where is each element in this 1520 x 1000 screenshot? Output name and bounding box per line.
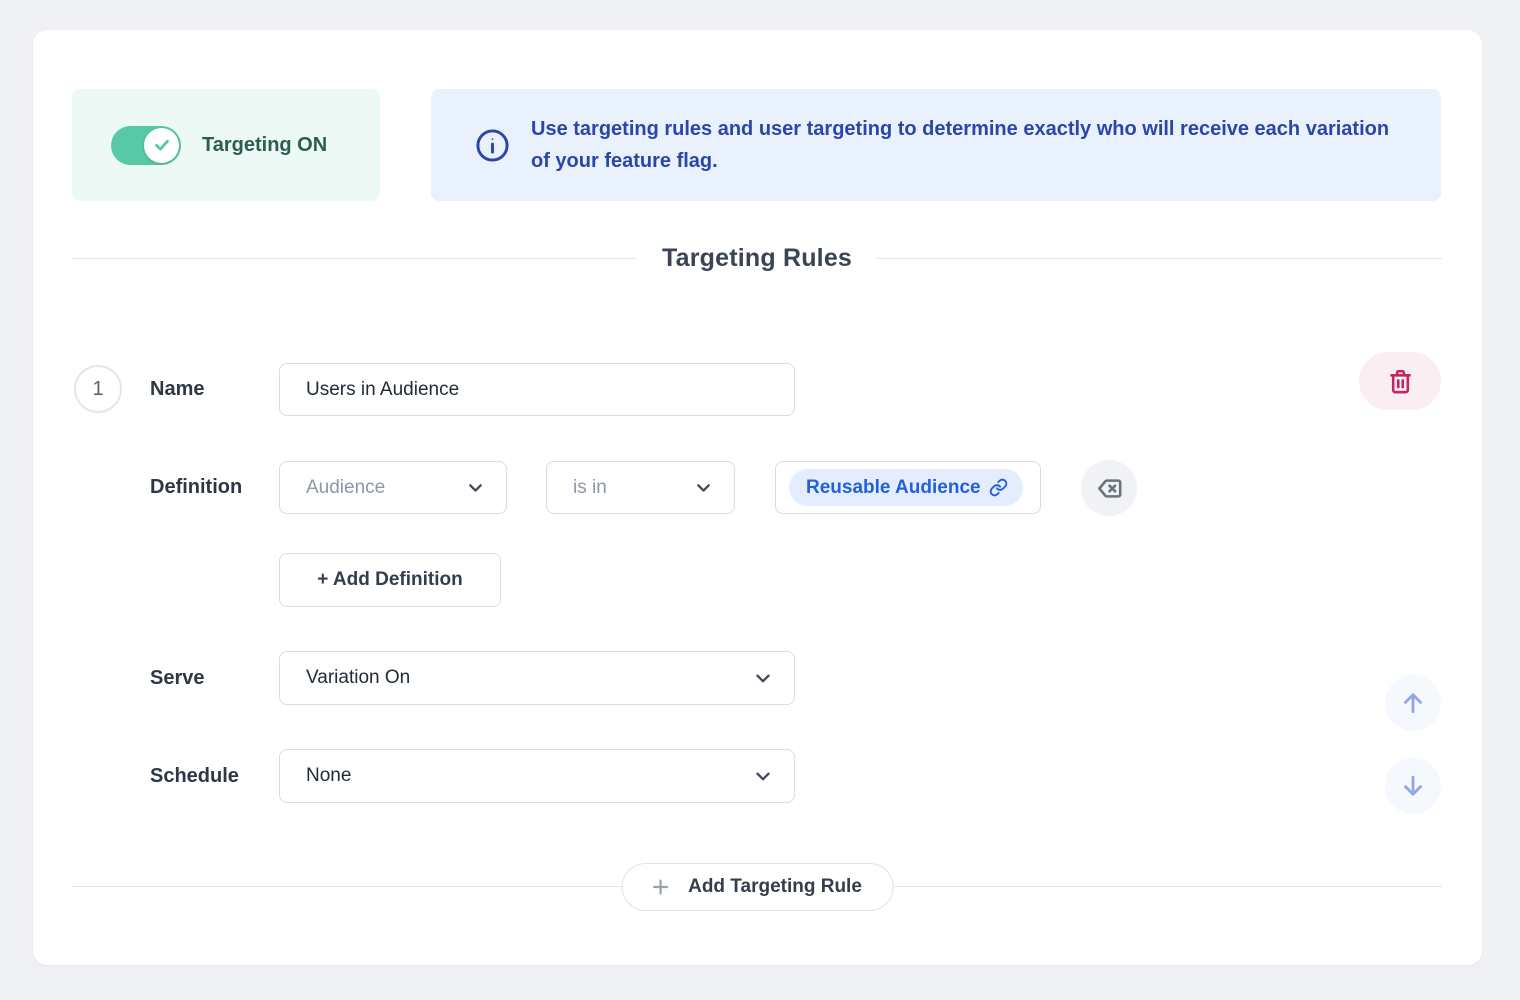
attribute-dropdown[interactable]: Audience [279, 461, 507, 514]
targeting-toggle[interactable] [111, 126, 181, 165]
heading-divider-right [877, 258, 1442, 259]
arrow-down-icon [1399, 772, 1427, 800]
schedule-label: Schedule [150, 749, 239, 803]
chevron-down-icon [465, 477, 486, 498]
add-targeting-rule-label: Add Targeting Rule [688, 876, 862, 898]
rule-number-badge: 1 [74, 365, 122, 413]
chevron-down-icon [752, 765, 774, 787]
serve-dropdown[interactable]: Variation On [279, 651, 795, 705]
name-label: Name [150, 363, 204, 416]
check-icon [152, 135, 172, 155]
page-title: Targeting Rules [637, 244, 877, 273]
move-rule-up-button[interactable] [1385, 675, 1441, 731]
targeting-card: Targeting ON Use targeting rules and use… [33, 30, 1482, 965]
match-type-dropdown[interactable]: is in [546, 461, 735, 514]
arrow-up-icon [1399, 689, 1427, 717]
section-heading: Targeting Rules [72, 241, 1442, 275]
definition-label: Definition [150, 461, 242, 514]
plus-icon [649, 876, 671, 898]
heading-divider-left [72, 258, 637, 259]
rule-name-input[interactable] [279, 363, 795, 416]
attribute-dropdown-value: Audience [306, 477, 385, 499]
serve-label: Serve [150, 651, 205, 705]
reusable-audience-label: Reusable Audience [806, 477, 981, 499]
chevron-down-icon [752, 667, 774, 689]
targeting-toggle-label: Targeting ON [202, 134, 327, 157]
info-banner: Use targeting rules and user targeting t… [431, 89, 1441, 201]
targeting-toggle-panel: Targeting ON [72, 89, 380, 201]
info-icon [475, 128, 510, 163]
delete-rule-button[interactable] [1359, 352, 1441, 410]
schedule-dropdown[interactable]: None [279, 749, 795, 803]
link-icon [989, 478, 1008, 497]
add-targeting-rule-button[interactable]: Add Targeting Rule [621, 863, 894, 911]
match-type-dropdown-value: is in [573, 477, 607, 499]
serve-dropdown-value: Variation On [306, 667, 410, 689]
audience-value-box: Reusable Audience [775, 461, 1041, 514]
chevron-down-icon [693, 477, 714, 498]
toggle-knob [144, 128, 179, 163]
info-banner-text: Use targeting rules and user targeting t… [531, 113, 1397, 177]
reusable-audience-chip[interactable]: Reusable Audience [789, 469, 1023, 506]
move-rule-down-button[interactable] [1385, 758, 1441, 814]
backspace-icon [1096, 475, 1123, 502]
trash-icon [1387, 368, 1414, 395]
schedule-dropdown-value: None [306, 765, 351, 787]
add-definition-button[interactable]: + Add Definition [279, 553, 501, 607]
clear-definition-button[interactable] [1081, 460, 1137, 516]
